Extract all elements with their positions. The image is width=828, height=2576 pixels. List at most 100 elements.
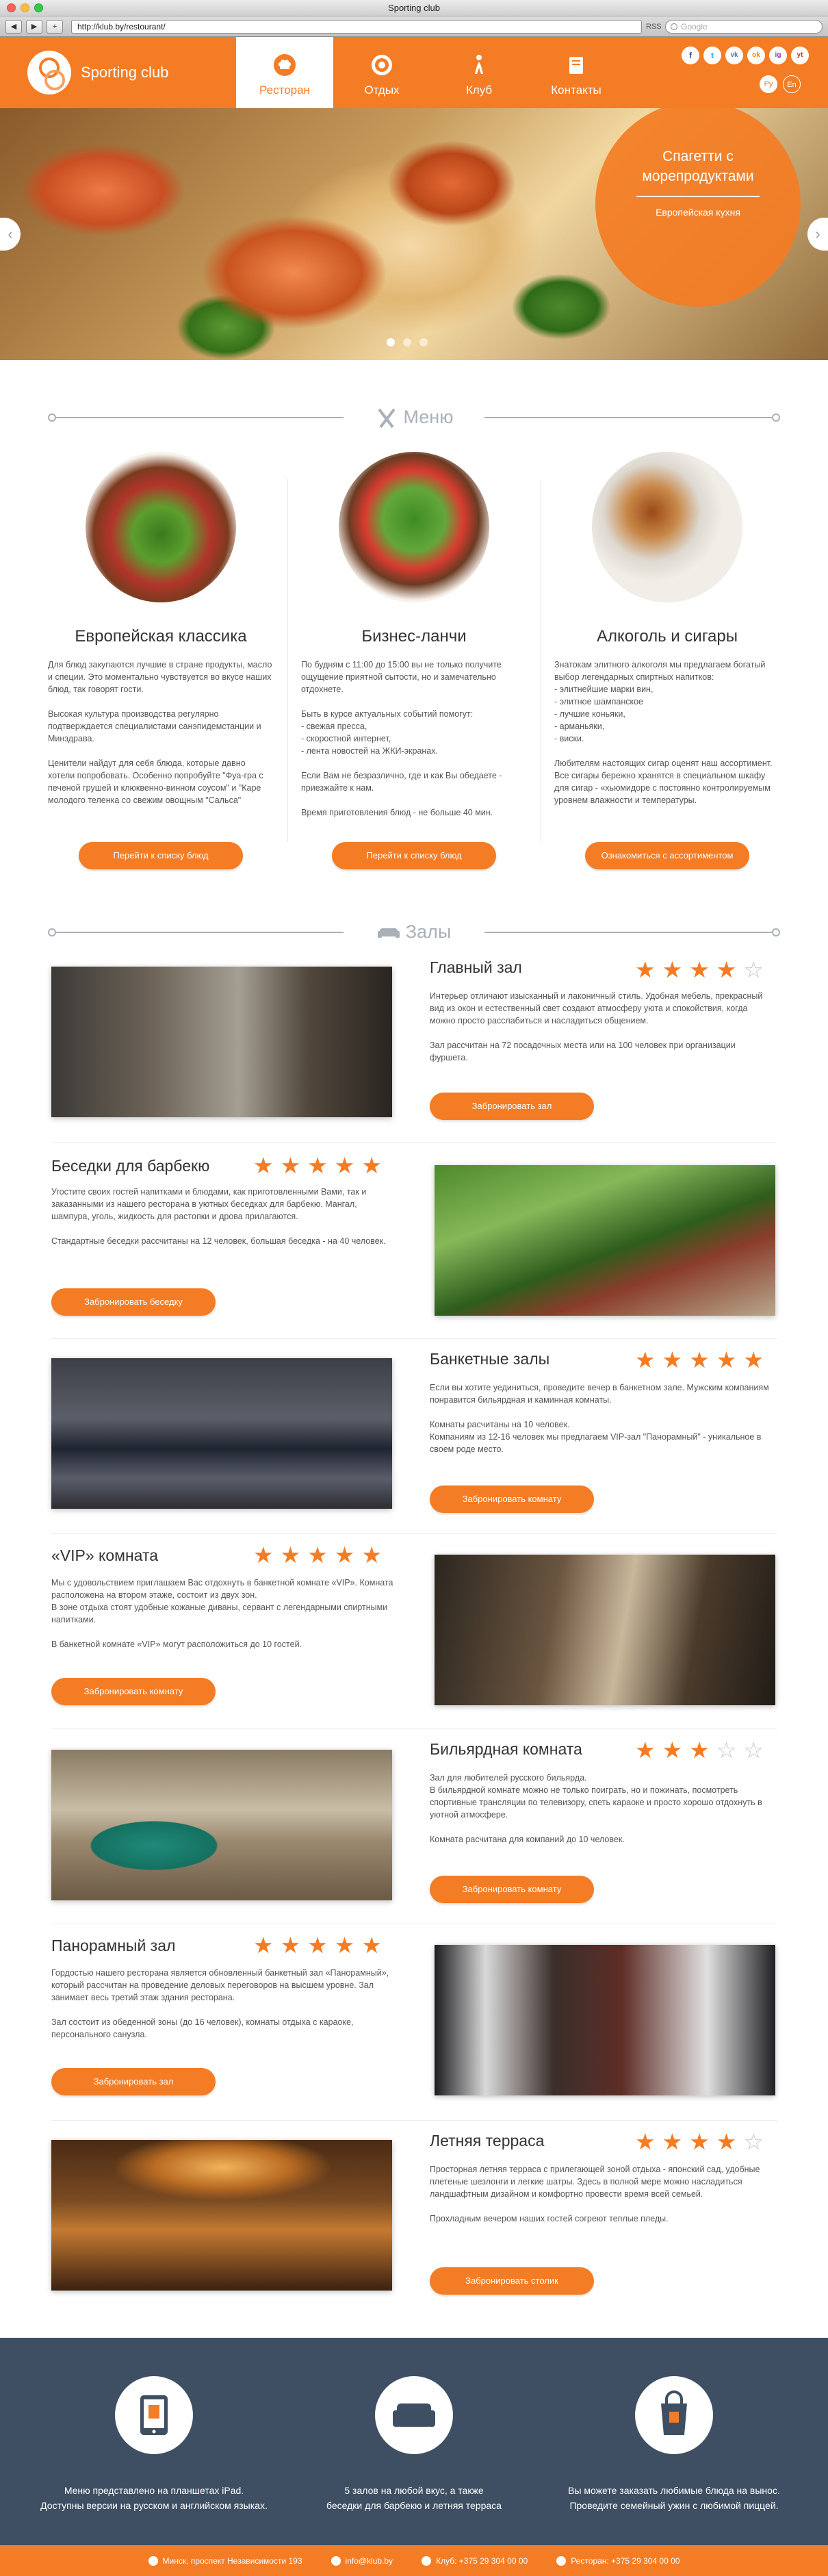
slider-dot[interactable] [387,338,395,346]
divider-knob [772,413,780,422]
nav-label: Контакты [551,84,601,97]
star-filled-icon: ★ [307,1153,328,1178]
menu-list-button[interactable]: Перейти к списку блюд [79,842,243,869]
star-filled-icon: ★ [635,2129,656,2154]
menu-list-button[interactable]: Перейти к списку блюд [332,842,496,869]
hall-banquet: Банкетные залы ★ ★ ★ ★ ★ Если вы хотите уеди… [51,1349,777,1533]
rating-stars: ★ ★ ★ ★ ★ [253,1544,382,1566]
divider-knob [772,928,780,936]
terrace-photo [51,2140,392,2291]
star-filled-icon: ★ [716,1347,737,1373]
lang-ru-button[interactable]: Ру [760,75,777,93]
hero-caption: Спагетти с морепродуктами Европейская ку… [595,108,801,307]
book-room-button[interactable]: Забронировать комнату [51,1678,216,1705]
nav-item-club[interactable]: Клуб [430,37,528,108]
menu-column-european: Европейская классика Для блюд закупаются… [48,452,274,897]
star-filled-icon: ★ [635,1347,656,1373]
zoom-window-button[interactable] [34,3,43,12]
hall-title: Бильярдная комната [430,1740,582,1758]
window-controls [7,3,43,12]
rss-icon[interactable]: RSS [646,20,662,34]
twitter-icon[interactable]: t [703,47,721,64]
star-filled-icon: ★ [253,1933,274,1958]
hall-title: «VIP» комната [51,1546,159,1564]
hall-title: Главный зал [430,958,522,976]
youtube-icon[interactable]: yt [791,47,809,64]
close-window-button[interactable] [7,3,16,12]
assortment-button[interactable]: Ознакомиться с ассортиментом [585,842,749,869]
nav-item-leisure[interactable]: Отдых [333,37,430,108]
star-filled-icon: ★ [307,1542,328,1568]
minimize-window-button[interactable] [21,3,29,12]
odnoklassniki-icon[interactable]: ok [747,47,765,64]
brand-name: Sporting club [81,64,169,81]
back-button[interactable]: ◀ [5,19,22,34]
star-filled-icon: ★ [334,1933,355,1958]
star-empty-icon: ☆ [716,1737,737,1763]
vk-icon[interactable]: vk [725,47,743,64]
menu-column-alcohol: Алкоголь и сигары Знатокам элитного алко… [554,452,780,897]
book-table-button[interactable]: Забронировать столик [430,2267,594,2295]
star-filled-icon: ★ [689,1737,710,1763]
divider-line [484,932,772,933]
nav-label: Ресторан [259,84,310,97]
rating-stars: ★ ★ ★ ★ ☆ [635,958,764,981]
book-room-button[interactable]: Забронировать комнату [430,1485,594,1513]
star-filled-icon: ★ [662,957,683,982]
search-input[interactable]: Google [665,19,823,34]
cognac-cigar-image [592,452,742,602]
instagram-icon[interactable]: ig [769,47,787,64]
hall-barbecue: Беседки для барбекю ★ ★ ★ ★ ★ Угостите своих… [51,1154,777,1339]
site-header: Sporting club Ресторан Отдых Клуб Контак… [0,37,828,108]
takeaway-bag-icon [635,2376,713,2454]
lang-en-button[interactable]: En [783,75,801,93]
book-hall-button[interactable]: Забронировать зал [430,1093,594,1120]
book-hall-button[interactable]: Забронировать зал [51,2068,216,2095]
nav-item-restaurant[interactable]: Ресторан [236,37,333,108]
hall-description: Просторная летняя терраса с прилегающей … [430,2165,760,2223]
menu-column-business-lunch: Бизнес-ланчи По будням с 11:00 до 15:00 … [301,452,527,897]
facebook-icon[interactable]: f [682,47,699,64]
hall-description: Если вы хотите уединиться, проведите веч… [430,1383,769,1454]
slider-dot[interactable] [403,338,411,346]
footer-restaurant-phone[interactable]: Ресторан: +375 29 304 00 00 [556,2555,680,2566]
star-empty-icon: ☆ [743,1737,764,1763]
forward-button[interactable]: ▶ [26,19,42,34]
slider-next-button[interactable]: › [807,218,828,251]
slider-dot[interactable] [419,338,428,346]
star-filled-icon: ★ [334,1153,355,1178]
book-room-button[interactable]: Забронировать комнату [430,1876,594,1903]
hall-title: Банкетные залы [430,1350,550,1368]
star-empty-icon: ☆ [743,2129,764,2154]
site-logo[interactable]: Sporting club [27,51,168,94]
footer-club-phone[interactable]: Клуб: +375 29 304 00 00 [422,2555,528,2566]
hero-slider: Спагетти с морепродуктами Европейская ку… [0,108,828,360]
main-nav: Ресторан Отдых Клуб Контакты [236,37,625,108]
window-title: Sporting club [388,3,440,13]
banquet-hall-photo [51,1358,392,1509]
slider-prev-button[interactable]: ‹ [0,218,21,251]
column-divider [287,479,288,842]
book-gazebo-button[interactable]: Забронировать беседку [51,1288,216,1316]
divider-line [484,417,772,418]
features-band: Меню представлено на планшетах iPad. Дос… [0,2338,828,2545]
chef-hat-icon [273,53,296,77]
star-filled-icon: ★ [662,2129,683,2154]
address-bar[interactable]: http://klub.by/restourant/ [71,19,642,34]
hall-vip: «VIP» комната ★ ★ ★ ★ ★ Мы с удовольствием п… [51,1544,777,1729]
add-bookmark-button[interactable]: + [47,19,63,34]
hall-description: Угостите своих гостей напитками и блюдам… [51,1187,386,1246]
rating-stars: ★ ★ ★ ★ ★ [253,1154,382,1177]
hall-description: Интерьер отличают изысканный и лаконичны… [430,991,763,1062]
target-icon [370,53,393,77]
tablet-icon [115,2376,193,2454]
footer-email[interactable]: info@klub.by [331,2555,393,2566]
nav-item-contacts[interactable]: Контакты [528,37,625,108]
vip-room-photo [435,1555,775,1705]
star-filled-icon: ★ [689,957,710,982]
feature-tablet: Меню представлено на планшетах iPad. Дос… [31,2376,277,2513]
star-filled-icon: ★ [280,1542,301,1568]
sofa-icon [375,2376,453,2454]
star-filled-icon: ★ [253,1153,274,1178]
star-filled-icon: ★ [253,1542,274,1568]
